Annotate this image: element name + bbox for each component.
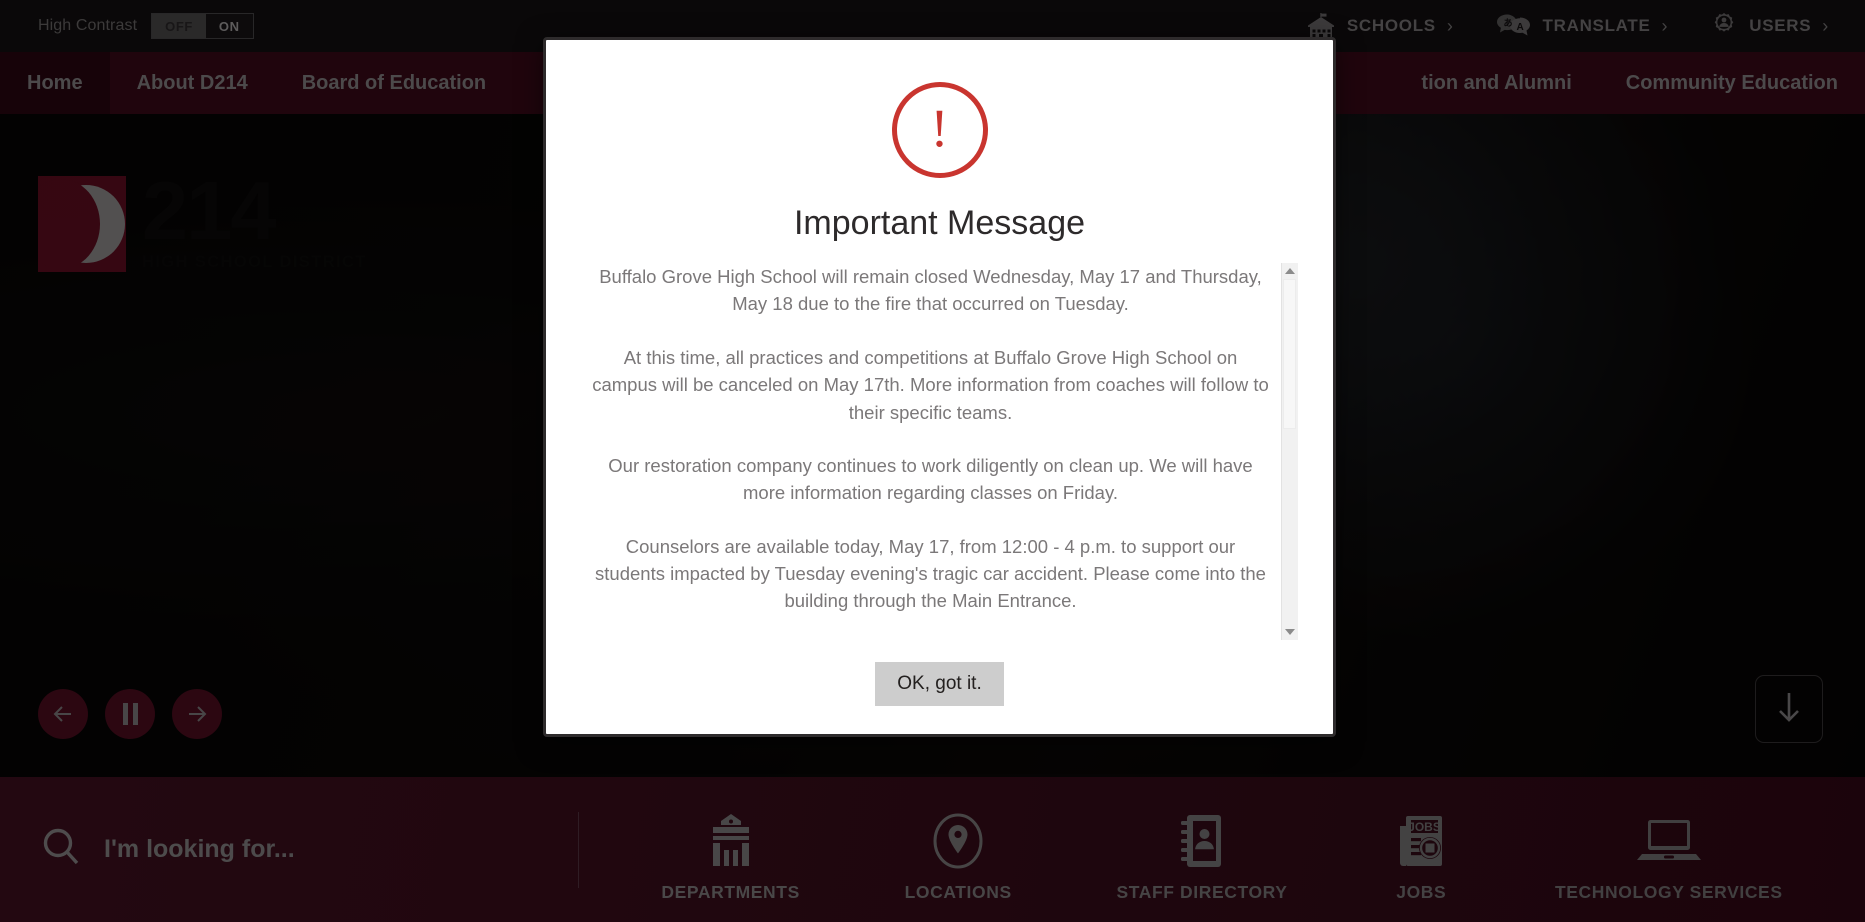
modal-paragraph: Our restoration company continues to wor… xyxy=(608,454,1253,504)
important-message-modal: ! Important Message Buffalo Grove High S… xyxy=(543,37,1336,737)
scrollbar-up-arrow-icon[interactable] xyxy=(1284,268,1295,274)
modal-body-wrapper: Buffalo Grove High School will remain cl… xyxy=(590,263,1298,640)
scrollbar-down-arrow-icon[interactable] xyxy=(1284,629,1295,635)
exclamation-circle-icon: ! xyxy=(891,82,988,178)
modal-paragraph: Counselors are available today, May 17, … xyxy=(595,535,1266,612)
scrollbar-thumb[interactable] xyxy=(1283,279,1296,429)
modal-footer: OK, got it. xyxy=(875,640,1004,706)
modal-message-body: Buffalo Grove High School will remain cl… xyxy=(590,263,1290,640)
page-root: High Contrast OFF ON SCHOOLS › あ A TRANS… xyxy=(0,0,1865,922)
exclamation-glyph: ! xyxy=(930,98,949,158)
modal-ok-button[interactable]: OK, got it. xyxy=(875,662,1004,706)
modal-paragraph: Buffalo Grove High School will remain cl… xyxy=(599,266,1262,315)
modal-title: Important Message xyxy=(793,204,1086,242)
modal-paragraph: At this time, all practices and competit… xyxy=(592,346,1269,423)
modal-scrollbar[interactable] xyxy=(1280,263,1298,640)
